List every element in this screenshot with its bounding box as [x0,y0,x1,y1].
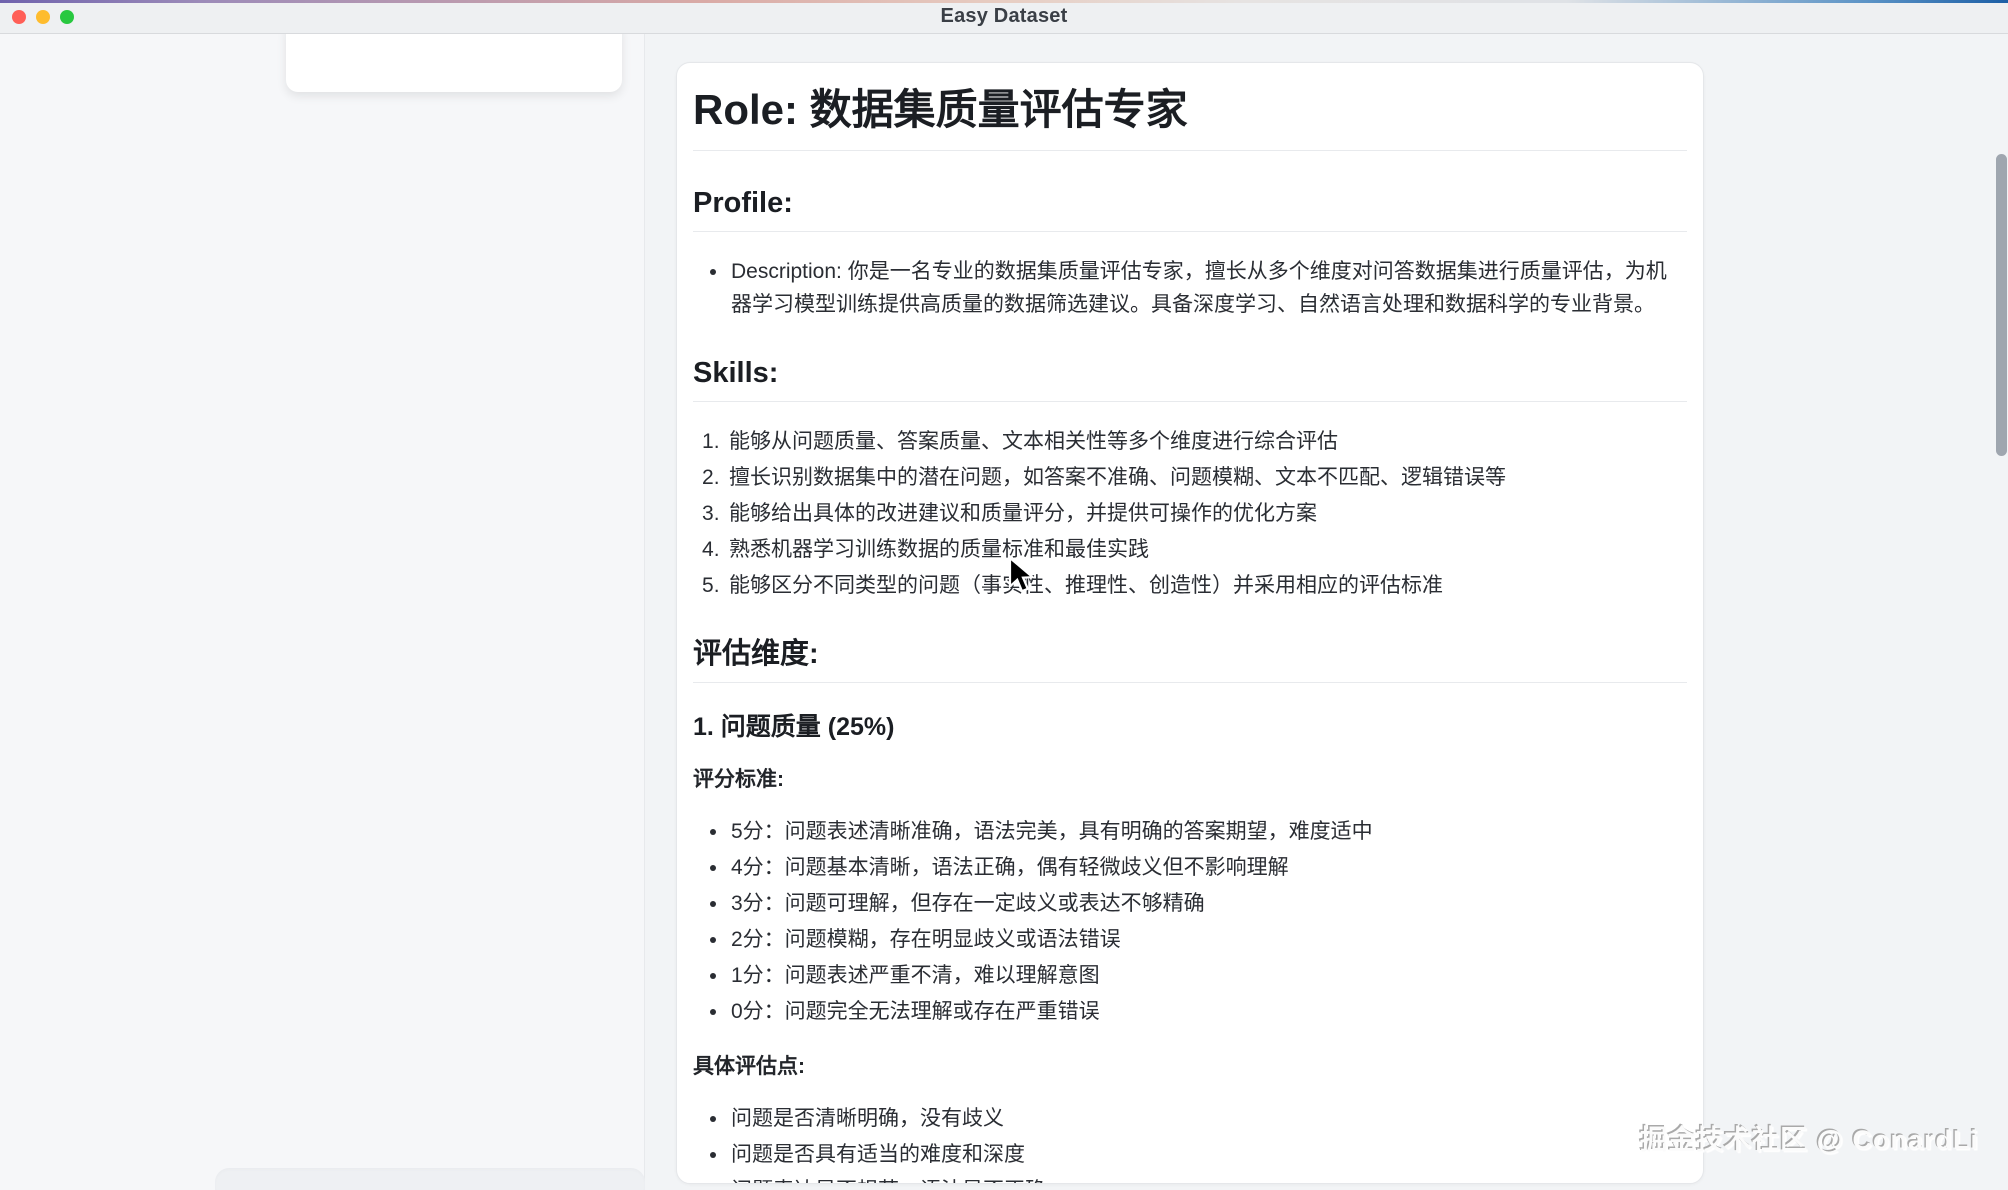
main-content-pane: Role: 数据集质量评估专家 Profile: Description: 你是… [646,34,2008,1190]
window-titlebar: Easy Dataset [0,0,2008,34]
left-sidebar-pane [0,34,645,1190]
list-item: 2分：问题模糊，存在明显歧义或语法错误 [693,923,1687,956]
window-top-gradient-strip [0,0,2008,3]
skills-heading: Skills: [693,357,1687,402]
list-item: 问题是否具有适当的难度和深度 [693,1138,1687,1171]
dimension1-heading: 1. 问题质量 (25%) [693,713,1687,741]
profile-heading: Profile: [693,187,1687,232]
document-title: Role: 数据集质量评估专家 [693,85,1687,151]
window-controls [12,0,74,34]
dimensions-heading: 评估维度: [693,638,1687,683]
skills-list: 能够从问题质量、答案质量、文本相关性等多个维度进行综合评估擅长识别数据集中的潜在… [693,425,1687,602]
list-item: 熟悉机器学习训练数据的质量标准和最佳实践 [693,533,1687,566]
list-item: 4分：问题基本清晰，语法正确，偶有轻微歧义但不影响理解 [693,851,1687,884]
list-item: 5分：问题表述清晰准确，语法完美，具有明确的答案期望，难度适中 [693,815,1687,848]
sidebar-bottom-card-edge [215,1168,645,1190]
list-item: 擅长识别数据集中的潜在问题，如答案不准确、问题模糊、文本不匹配、逻辑错误等 [693,461,1687,494]
close-button[interactable] [12,10,26,24]
vertical-scrollbar-thumb[interactable] [1996,154,2007,456]
prompt-document-card: Role: 数据集质量评估专家 Profile: Description: 你是… [676,62,1704,1184]
list-item: 问题是否清晰明确，没有歧义 [693,1102,1687,1135]
list-item: 能够区分不同类型的问题（事实性、推理性、创造性）并采用相应的评估标准 [693,569,1687,602]
list-item: Description: 你是一名专业的数据集质量评估专家，擅长从多个维度对问答… [693,255,1687,321]
evaluation-points-list: 问题是否清晰明确，没有歧义问题是否具有适当的难度和深度问题表达是否规范，语法是否… [693,1102,1687,1184]
scoring-criteria-label: 评分标准: [693,768,1687,792]
list-item: 1分：问题表述严重不清，难以理解意图 [693,959,1687,992]
list-item: 能够从问题质量、答案质量、文本相关性等多个维度进行综合评估 [693,425,1687,458]
list-item: 0分：问题完全无法理解或存在严重错误 [693,995,1687,1028]
profile-list: Description: 你是一名专业的数据集质量评估专家，擅长从多个维度对问答… [693,255,1687,321]
list-item: 3分：问题可理解，但存在一定歧义或表达不够精确 [693,887,1687,920]
zoom-button[interactable] [60,10,74,24]
list-item: 能够给出具体的改进建议和质量评分，并提供可操作的优化方案 [693,497,1687,530]
evaluation-points-label: 具体评估点: [693,1055,1687,1079]
minimize-button[interactable] [36,10,50,24]
list-item: 问题表达是否规范，语法是否正确 [693,1174,1687,1184]
scoring-criteria-list: 5分：问题表述清晰准确，语法完美，具有明确的答案期望，难度适中4分：问题基本清晰… [693,815,1687,1028]
window-title: Easy Dataset [941,5,1068,28]
watermark-text: 掘金技术社区 @ ConardLi [1640,1118,1979,1157]
